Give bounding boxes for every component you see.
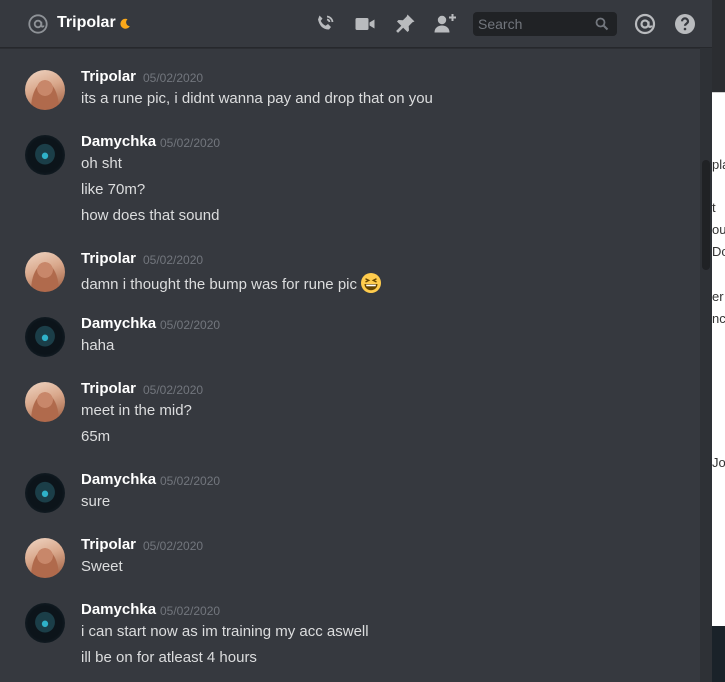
message-text: meet in the mid? — [81, 402, 192, 419]
avatar[interactable] — [25, 603, 65, 643]
message-timestamp: 05/02/2020 — [160, 136, 221, 150]
message-text: ill be on for atleast 4 hours — [81, 649, 257, 666]
dm-window: Tripolar Search Tripolar 05/02/2020 its … — [0, 0, 712, 682]
message-author[interactable]: Tripolar — [81, 68, 136, 85]
message-text: damn i thought the bump was for rune pic — [81, 272, 382, 294]
message-timestamp: 05/02/2020 — [143, 253, 204, 267]
background-text-fragment: t — [712, 200, 716, 215]
add-friend-icon[interactable] — [433, 12, 457, 36]
background-window-topbar — [712, 0, 725, 92]
message-timestamp: 05/02/2020 — [160, 474, 221, 488]
message-text: oh sht — [81, 155, 122, 172]
avatar[interactable] — [25, 70, 65, 110]
message-text: i can start now as im training my acc as… — [81, 623, 369, 640]
message-text: 65m — [81, 428, 111, 445]
background-text-fragment: nc — [712, 311, 725, 326]
grinning-squint-emoji-icon — [361, 273, 381, 293]
background-divider — [712, 92, 725, 93]
message-author[interactable]: Damychka — [81, 601, 156, 618]
avatar[interactable] — [25, 473, 65, 513]
pin-icon[interactable] — [393, 12, 417, 36]
background-text-fragment: Jo — [712, 455, 725, 470]
message-author[interactable]: Tripolar — [81, 380, 136, 397]
at-icon — [28, 14, 48, 34]
channel-title: Tripolar — [57, 14, 116, 31]
message-text: haha — [81, 337, 115, 354]
message-text: like 70m? — [81, 181, 146, 198]
message-author[interactable]: Damychka — [81, 133, 156, 150]
message-timestamp: 05/02/2020 — [143, 383, 204, 397]
scrollbar-thumb[interactable] — [702, 160, 710, 270]
channel-header: Tripolar — [0, 0, 712, 48]
message-author[interactable]: Damychka — [81, 471, 156, 488]
avatar[interactable] — [25, 252, 65, 292]
avatar[interactable] — [25, 317, 65, 357]
message-text: its a rune pic, i didnt wanna pay and dr… — [81, 90, 433, 107]
background-text-fragment: er — [712, 289, 724, 304]
search-box[interactable] — [473, 12, 617, 36]
message-timestamp: 05/02/2020 — [160, 604, 221, 618]
message-timestamp: 05/02/2020 — [160, 318, 221, 332]
message-text: how does that sound — [81, 207, 220, 224]
message-timestamp: 05/02/2020 — [143, 71, 204, 85]
message-text: sure — [81, 493, 111, 510]
moon-icon — [120, 18, 130, 29]
message-timestamp: 05/02/2020 — [143, 539, 204, 553]
search-icon[interactable] — [595, 17, 609, 31]
avatar[interactable] — [25, 538, 65, 578]
background-image-thumbnail — [712, 626, 725, 682]
avatar[interactable] — [25, 135, 65, 175]
message-list: Tripolar 05/02/2020 its a rune pic, i di… — [0, 48, 700, 682]
mention-icon[interactable] — [633, 12, 657, 36]
message-text: Sweet — [81, 558, 123, 575]
message-text-content: damn i thought the bump was for rune pic — [81, 276, 357, 293]
scrollbar-track[interactable] — [700, 48, 712, 682]
avatar[interactable] — [25, 382, 65, 422]
message-author[interactable]: Tripolar — [81, 536, 136, 553]
background-text-fragment: Dc — [712, 244, 725, 259]
background-window: pla t ou Dc er nc Jo — [712, 0, 725, 682]
search-input[interactable] — [478, 15, 590, 33]
message-author[interactable]: Damychka — [81, 315, 156, 332]
help-icon[interactable] — [673, 12, 697, 36]
call-icon[interactable] — [313, 12, 337, 36]
background-text-fragment: ou — [712, 222, 725, 237]
video-icon[interactable] — [353, 12, 377, 36]
background-text-fragment: pla — [712, 157, 725, 172]
message-author[interactable]: Tripolar — [81, 250, 136, 267]
